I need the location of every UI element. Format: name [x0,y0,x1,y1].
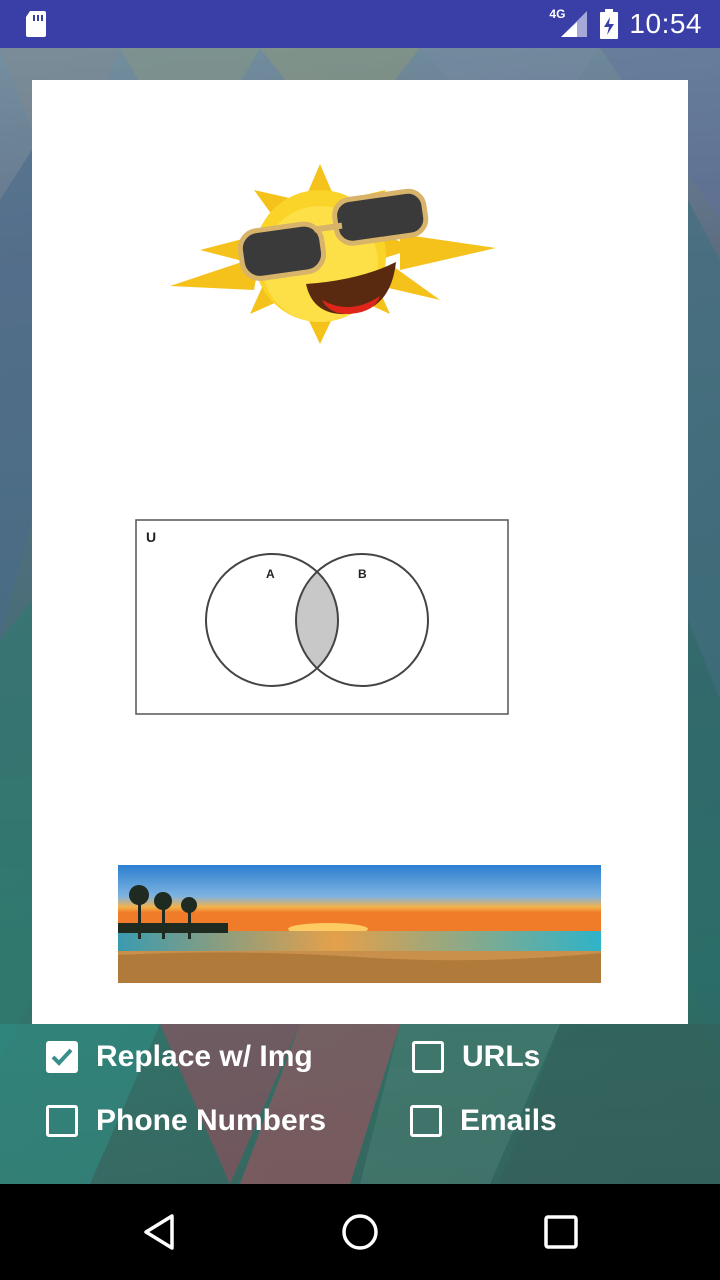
replace-with-image-checkbox[interactable] [46,1041,78,1073]
navigation-bar [0,1184,720,1280]
emails-label: Emails [460,1104,557,1137]
recents-icon[interactable] [541,1212,581,1252]
replace-with-image-label: Replace w/ Img [96,1040,313,1073]
urls-label: URLs [462,1040,541,1073]
beach-sunset-image [118,865,601,983]
option-emails[interactable]: Emails [410,1104,557,1138]
phone-numbers-checkbox[interactable] [46,1105,78,1137]
phone-numbers-label: Phone Numbers [96,1104,327,1137]
back-icon[interactable] [140,1212,180,1252]
option-phone-numbers[interactable]: Phone Numbers [46,1104,326,1138]
sd-card-icon [26,11,46,37]
urls-checkbox[interactable] [412,1041,444,1073]
option-urls[interactable]: URLs [412,1040,540,1074]
battery-charging-icon [600,9,619,39]
content-preview: U A B [32,80,688,1024]
emails-checkbox[interactable] [410,1105,442,1137]
venn-set-b-label: B [358,567,367,581]
signal-icon: 4G [549,7,589,39]
status-clock: 10:54 [629,8,702,39]
checkmark-icon [51,1048,73,1066]
option-replace-with-image[interactable]: Replace w/ Img [46,1040,313,1074]
status-bar: 4G 10:54 [0,0,720,48]
venn-diagram-image: U A B [135,519,509,715]
home-icon[interactable] [340,1212,380,1252]
venn-set-a-label: A [266,567,275,581]
sun-with-sunglasses-image [170,164,496,344]
venn-universe-label: U [146,529,156,545]
